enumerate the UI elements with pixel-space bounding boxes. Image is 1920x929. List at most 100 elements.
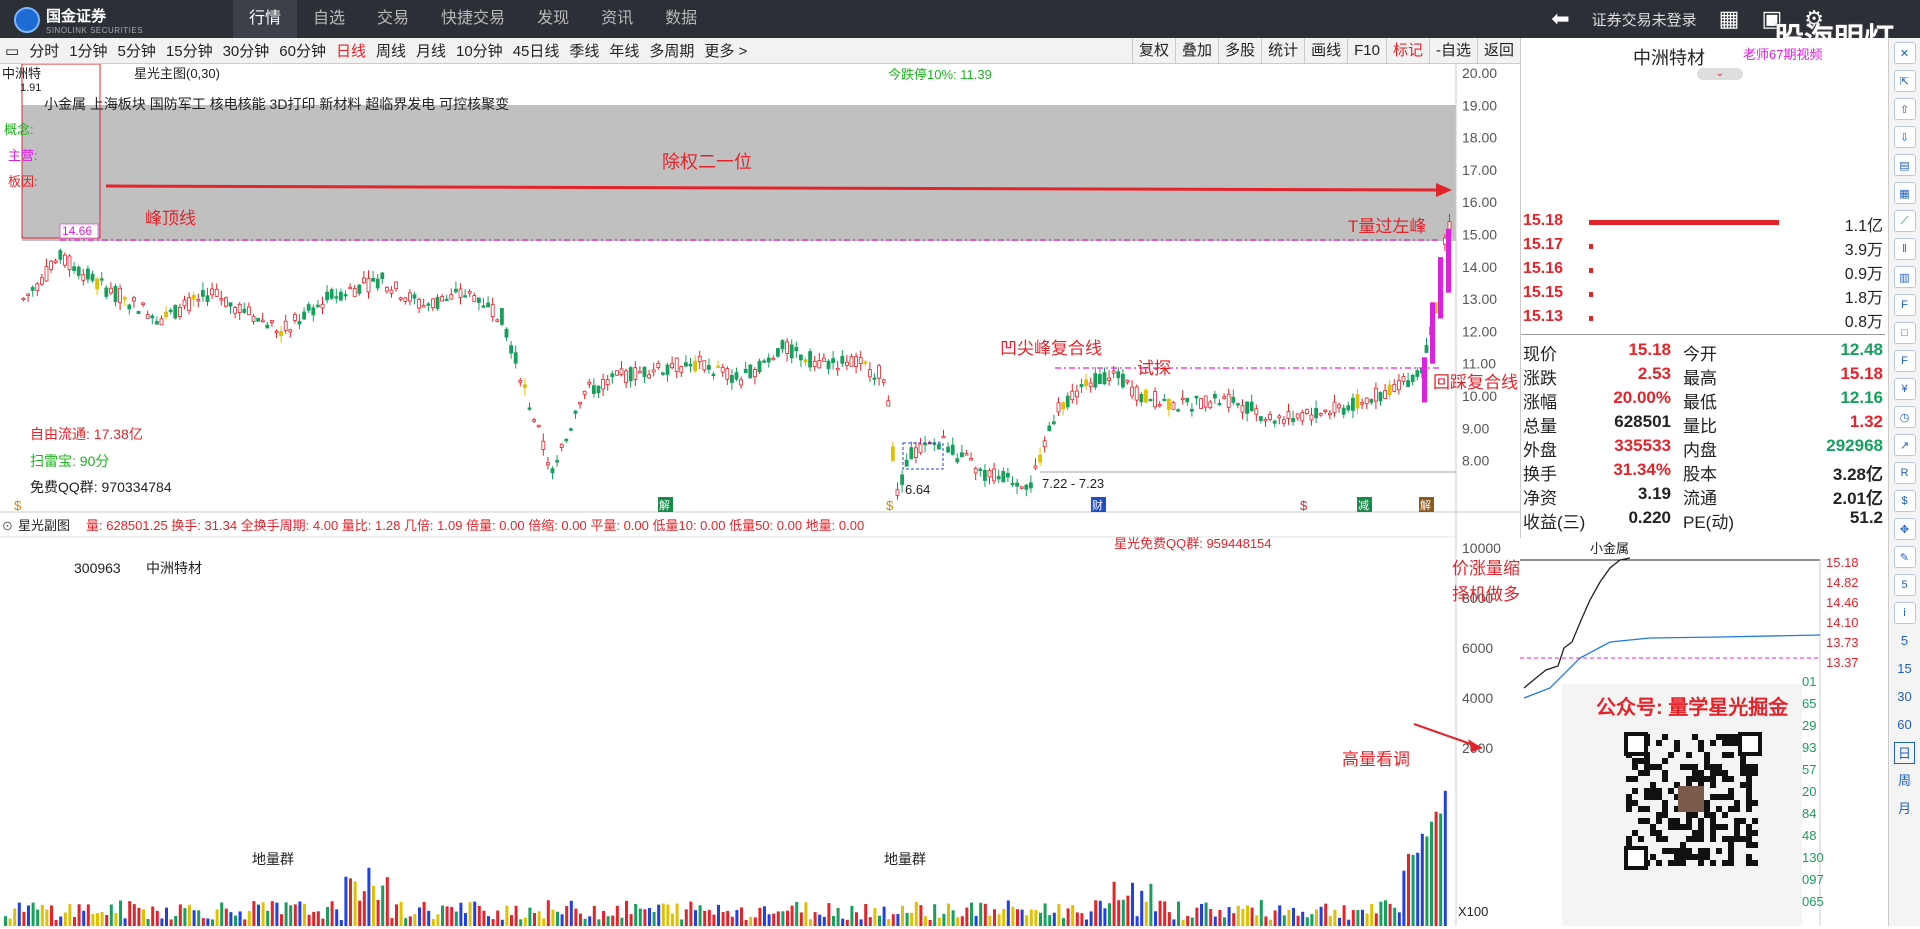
- candle-body: [831, 358, 835, 363]
- order-book-row[interactable]: 15.13 0.8万: [1523, 308, 1885, 332]
- back-arrow-icon[interactable]: ⬅: [1551, 6, 1569, 32]
- period-day-side[interactable]: 日: [1893, 742, 1915, 764]
- order-book-row[interactable]: 15.18 1.1亿: [1523, 212, 1885, 236]
- nav-tab-market[interactable]: 行情: [233, 0, 298, 38]
- nav-tab-discover[interactable]: 发现: [521, 0, 585, 38]
- nav-tab-quick-trade[interactable]: 快捷交易: [425, 0, 521, 38]
- nav-tab-trade[interactable]: 交易: [361, 0, 425, 38]
- quote-label-2: 内盘: [1683, 441, 1717, 460]
- period-1min[interactable]: 1分钟: [64, 40, 112, 61]
- volume-bar: [1011, 906, 1015, 926]
- move-icon[interactable]: ✥: [1893, 518, 1916, 540]
- period-month-side[interactable]: 月: [1898, 798, 1911, 820]
- qr-cell: [1734, 800, 1740, 806]
- order-book-row[interactable]: 15.15 1.8万: [1523, 284, 1885, 308]
- volume-bar: [1287, 909, 1291, 926]
- btn-mark[interactable]: 标记: [1385, 38, 1429, 64]
- btn-back[interactable]: 返回: [1476, 38, 1520, 64]
- nav-tab-watchlist[interactable]: 自选: [297, 0, 361, 38]
- period-5min-side[interactable]: 5: [1901, 630, 1908, 652]
- bars-icon[interactable]: ▥: [1893, 266, 1916, 288]
- chart-grid-icon[interactable]: ▤: [1893, 154, 1916, 176]
- period-30min-side[interactable]: 30: [1897, 686, 1911, 708]
- period-15min[interactable]: 15分钟: [161, 40, 218, 61]
- btn-overlay[interactable]: 叠加: [1175, 38, 1218, 64]
- volume-bar: [197, 910, 201, 926]
- period-30min[interactable]: 30分钟: [218, 40, 275, 61]
- qr-cell: [1746, 776, 1752, 782]
- btn-adjust[interactable]: 复权: [1132, 38, 1175, 64]
- news-icon[interactable]: □: [1893, 322, 1916, 344]
- period-tick[interactable]: 分时: [24, 40, 64, 61]
- period-yearly[interactable]: 年线: [604, 40, 644, 61]
- period-15min-side[interactable]: 15: [1897, 658, 1911, 680]
- close-icon[interactable]: ✕: [1893, 42, 1916, 64]
- chart-area[interactable]: 20.00 19.00 18.00 17.00 16.00 15.00 14.00 13.00…: [0, 63, 1520, 926]
- btn-draw[interactable]: 画线: [1304, 38, 1347, 64]
- expand-icon[interactable]: ⇱: [1893, 70, 1916, 92]
- volume-bar: [1338, 917, 1341, 926]
- volume-bar: [1135, 916, 1139, 926]
- volume-bar: [533, 913, 536, 926]
- volume-bar: [528, 907, 532, 926]
- candle-body: [168, 309, 173, 313]
- login-status[interactable]: 证券交易未登录: [1592, 9, 1697, 30]
- kline-icon[interactable]: ‖: [1893, 238, 1916, 260]
- rsi-icon[interactable]: R: [1893, 462, 1916, 484]
- dollar-icon[interactable]: $: [1893, 490, 1916, 512]
- order-book-row[interactable]: 15.17 3.9万: [1523, 236, 1885, 260]
- candle-body: [191, 294, 196, 300]
- indicator-name: 星光主图(0,30): [134, 66, 220, 81]
- period-45day[interactable]: 45日线: [508, 40, 565, 61]
- finance-icon[interactable]: F: [1893, 350, 1916, 372]
- order-book-row[interactable]: 15.16 0.9万: [1523, 260, 1885, 284]
- nav-tab-news[interactable]: 资讯: [585, 0, 649, 38]
- period-monthly[interactable]: 月线: [411, 40, 451, 61]
- down-arrow-icon[interactable]: ⇩: [1893, 126, 1916, 148]
- up-arrow-icon[interactable]: ⇧: [1893, 98, 1916, 120]
- nav-tab-data[interactable]: 数据: [649, 0, 713, 38]
- period-60min-side[interactable]: 60: [1897, 714, 1911, 736]
- f10-icon[interactable]: F: [1893, 294, 1916, 316]
- kline-chart-svg[interactable]: 20.00 19.00 18.00 17.00 16.00 15.00 14.00 13.00…: [0, 63, 1520, 926]
- period-week-side[interactable]: 周: [1898, 770, 1911, 792]
- btn-stats[interactable]: 统计: [1261, 38, 1304, 64]
- period-5min[interactable]: 5分钟: [113, 40, 161, 61]
- sidebar-toggle-icon[interactable]: ▭: [0, 42, 24, 60]
- volume-bar: [50, 905, 53, 926]
- qr-cell: [1716, 734, 1722, 740]
- layout-grid-icon[interactable]: ▦: [1719, 6, 1740, 32]
- candle-body: [757, 360, 762, 373]
- table-icon[interactable]: ▦: [1893, 182, 1916, 204]
- period-multi[interactable]: 多周期: [644, 40, 699, 61]
- period-daily[interactable]: 日线: [331, 40, 371, 61]
- btn-remove-watch[interactable]: -自选: [1428, 38, 1477, 64]
- volume-bar: [220, 902, 224, 926]
- candle-body: [725, 368, 730, 380]
- collapse-chevron-icon[interactable]: ⌄: [1697, 68, 1743, 80]
- period-60min[interactable]: 60分钟: [274, 40, 331, 61]
- peak-value: 14.66: [62, 224, 92, 238]
- period-weekly[interactable]: 周线: [371, 40, 411, 61]
- f5-icon[interactable]: 5: [1893, 574, 1916, 596]
- btn-f10[interactable]: F10: [1347, 38, 1386, 64]
- stock-name: 中洲特材: [146, 560, 202, 576]
- volume-bar: [496, 910, 500, 926]
- clock-icon[interactable]: ◷: [1893, 406, 1916, 428]
- trend-icon[interactable]: ↗: [1893, 434, 1916, 456]
- candle-body: [1019, 486, 1024, 489]
- info-icon[interactable]: i: [1893, 602, 1916, 624]
- volume-bar: [234, 915, 237, 926]
- btn-multi-stock[interactable]: 多股: [1218, 38, 1261, 64]
- promo-video-link[interactable]: 老师67期视频: [1743, 44, 1822, 63]
- period-10min[interactable]: 10分钟: [451, 40, 508, 61]
- line-chart-icon[interactable]: ⟋: [1893, 210, 1916, 232]
- event-marker-finance-text: 财: [1092, 498, 1103, 512]
- period-quarterly[interactable]: 季线: [564, 40, 604, 61]
- volume-bar: [721, 912, 725, 926]
- pencil-icon[interactable]: ✎: [1893, 546, 1916, 568]
- money-flow-icon[interactable]: ¥: [1893, 378, 1916, 400]
- candle-body: [582, 390, 587, 395]
- period-more[interactable]: 更多 >: [699, 40, 752, 61]
- volume-bar: [86, 904, 90, 926]
